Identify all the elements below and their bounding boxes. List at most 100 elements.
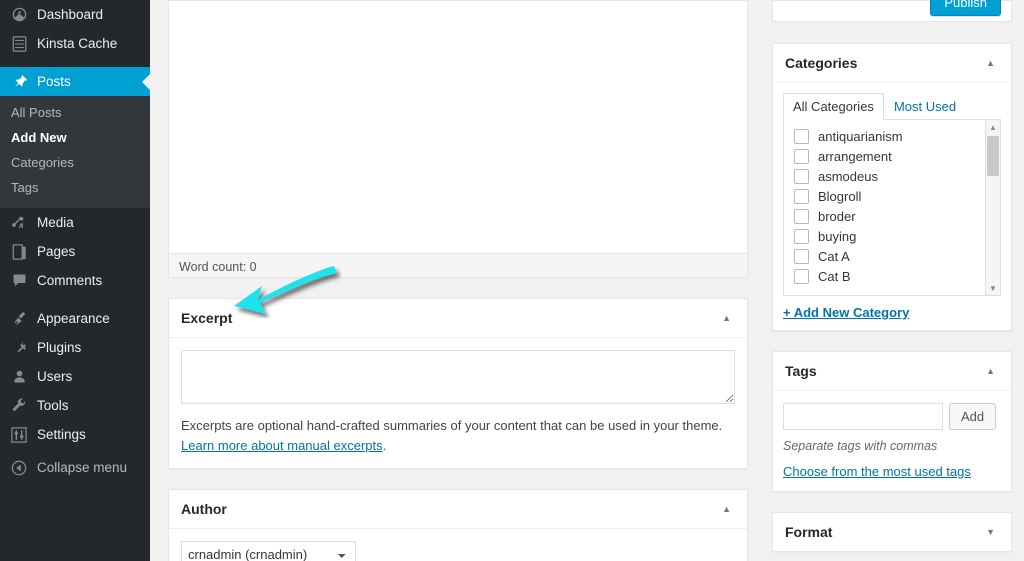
sidebar-item-label: Kinsta Cache — [37, 36, 118, 51]
sidebar-item-dashboard[interactable]: Dashboard — [0, 0, 150, 29]
category-item[interactable]: antiquarianism — [794, 126, 1000, 146]
word-count-label: Word count: 0 — [179, 260, 257, 274]
sliders-icon — [9, 425, 29, 445]
category-label: broder — [818, 208, 856, 224]
sidebar-item-label: Settings — [37, 427, 86, 442]
sidebar-item-media[interactable]: Media — [0, 208, 150, 237]
categories-tabs: All Categories Most Used — [783, 93, 1001, 120]
category-checkbox[interactable] — [794, 228, 809, 244]
author-panel: Author ▲ crnadmin (crnadmin) — [168, 489, 748, 561]
categories-scrollbar[interactable]: ▲ ▼ — [985, 120, 1000, 295]
sidebar-item-kinsta-cache[interactable]: Kinsta Cache — [0, 29, 150, 58]
category-item[interactable]: Cat B — [794, 266, 1000, 286]
chevron-down-icon[interactable]: ▼ — [982, 526, 999, 539]
excerpt-help-text-before: Excerpts are optional hand-crafted summa… — [181, 418, 723, 433]
category-item[interactable]: Blogroll — [794, 186, 1000, 206]
chevron-up-icon[interactable]: ▲ — [718, 503, 735, 516]
sidebar-item-users[interactable]: Users — [0, 362, 150, 391]
categories-panel: Categories ▲ All Categories Most Used an… — [772, 43, 1012, 331]
scroll-up-arrow-icon[interactable]: ▲ — [986, 120, 1000, 134]
sidebar-item-label: Dashboard — [37, 7, 104, 22]
sidebar-item-posts[interactable]: Posts — [0, 67, 150, 96]
category-checkbox[interactable] — [794, 188, 809, 204]
excerpt-help-text-after: . — [382, 438, 387, 454]
category-checkbox[interactable] — [794, 248, 809, 264]
sidebar-item-plugins[interactable]: Plugins — [0, 333, 150, 362]
tags-panel-title: Tags — [785, 363, 817, 379]
author-panel-header[interactable]: Author ▲ — [169, 490, 747, 530]
admin-sidebar: Dashboard Kinsta Cache Posts All Posts A… — [0, 0, 150, 561]
category-label: Cat A — [818, 248, 850, 264]
submenu-item-all-posts[interactable]: All Posts — [0, 100, 150, 125]
add-tag-button[interactable]: Add — [949, 403, 997, 430]
sidebar-item-comments[interactable]: Comments — [0, 266, 150, 295]
sidebar-item-label: Users — [37, 369, 73, 384]
tag-input-row: Add — [783, 403, 1001, 430]
chevron-up-icon[interactable]: ▲ — [982, 57, 999, 70]
menu-separator-2 — [0, 295, 150, 304]
post-content-editor[interactable] — [168, 0, 748, 253]
word-count-bar: Word count: 0 — [168, 253, 748, 278]
sidebar-item-collapse-menu[interactable]: Collapse menu — [0, 453, 150, 482]
category-checkbox[interactable] — [794, 148, 809, 164]
categories-panel-title: Categories — [785, 55, 858, 71]
page-icon — [9, 242, 29, 262]
categories-panel-header[interactable]: Categories ▲ — [773, 44, 1011, 83]
tags-panel-body: Add Separate tags with commas Choose fro… — [773, 391, 1011, 491]
database-stack-icon — [9, 34, 29, 54]
format-panel-title: Format — [785, 524, 833, 540]
sidebar-item-label: Appearance — [37, 311, 110, 326]
format-panel: Format ▼ — [772, 512, 1012, 552]
categories-list: antiquarianism arrangement asmodeus Blog… — [784, 120, 1000, 286]
tag-input[interactable] — [783, 403, 943, 430]
category-label: asmodeus — [818, 168, 878, 184]
category-checkbox[interactable] — [794, 128, 809, 144]
posts-submenu: All Posts Add New Categories Tags — [0, 96, 150, 208]
sidebar-item-label: Collapse menu — [37, 460, 128, 475]
category-label: Cat B — [818, 268, 851, 284]
excerpt-panel-title: Excerpt — [181, 310, 233, 326]
tags-panel-header[interactable]: Tags ▲ — [773, 352, 1011, 391]
category-item[interactable]: asmodeus — [794, 166, 1000, 186]
most-used-tags-link[interactable]: Choose from the most used tags — [783, 464, 971, 479]
manual-excerpts-link[interactable]: Learn more about manual excerpts — [181, 438, 383, 453]
sidebar-item-settings[interactable]: Settings — [0, 420, 150, 449]
post-sidebar-column: Publish Categories ▲ All Categories Most… — [762, 0, 1024, 561]
category-label: buying — [818, 228, 857, 244]
comment-bubble-icon — [9, 271, 29, 291]
category-item[interactable]: buying — [794, 226, 1000, 246]
excerpt-textarea[interactable] — [181, 350, 735, 404]
tags-panel: Tags ▲ Add Separate tags with commas Cho… — [772, 351, 1012, 492]
chevron-up-icon[interactable]: ▲ — [718, 312, 735, 325]
author-select[interactable]: crnadmin (crnadmin) — [181, 541, 356, 561]
chevron-up-icon[interactable]: ▲ — [982, 365, 999, 378]
category-label: antiquarianism — [818, 128, 903, 144]
category-checkbox[interactable] — [794, 208, 809, 224]
category-item[interactable]: Cat A — [794, 246, 1000, 266]
sidebar-item-tools[interactable]: Tools — [0, 391, 150, 420]
sidebar-item-pages[interactable]: Pages — [0, 237, 150, 266]
submenu-item-tags[interactable]: Tags — [0, 175, 150, 200]
submenu-item-add-new[interactable]: Add New — [0, 125, 150, 150]
sidebar-item-label: Plugins — [37, 340, 82, 355]
tab-most-used[interactable]: Most Used — [884, 93, 966, 120]
sidebar-item-appearance[interactable]: Appearance — [0, 304, 150, 333]
tab-all-categories[interactable]: All Categories — [783, 93, 884, 120]
publish-panel: Publish — [772, 0, 1012, 22]
sidebar-item-label: Posts — [37, 74, 71, 89]
publish-button[interactable]: Publish — [930, 0, 1001, 16]
category-checkbox[interactable] — [794, 268, 809, 284]
wordpress-admin-screen: Dashboard Kinsta Cache Posts All Posts A… — [0, 0, 1024, 561]
format-panel-header[interactable]: Format ▼ — [773, 513, 1011, 551]
media-photo-icon — [9, 213, 29, 233]
excerpt-panel-header[interactable]: Excerpt ▲ — [169, 299, 747, 338]
category-item[interactable]: arrangement — [794, 146, 1000, 166]
add-new-category-link[interactable]: + Add New Category — [783, 305, 909, 320]
plug-icon — [9, 338, 29, 358]
tags-hint: Separate tags with commas — [783, 439, 938, 453]
scroll-down-arrow-icon[interactable]: ▼ — [986, 281, 1000, 295]
category-checkbox[interactable] — [794, 168, 809, 184]
category-item[interactable]: broder — [794, 206, 1000, 226]
scrollbar-thumb[interactable] — [987, 136, 999, 176]
submenu-item-categories[interactable]: Categories — [0, 150, 150, 175]
